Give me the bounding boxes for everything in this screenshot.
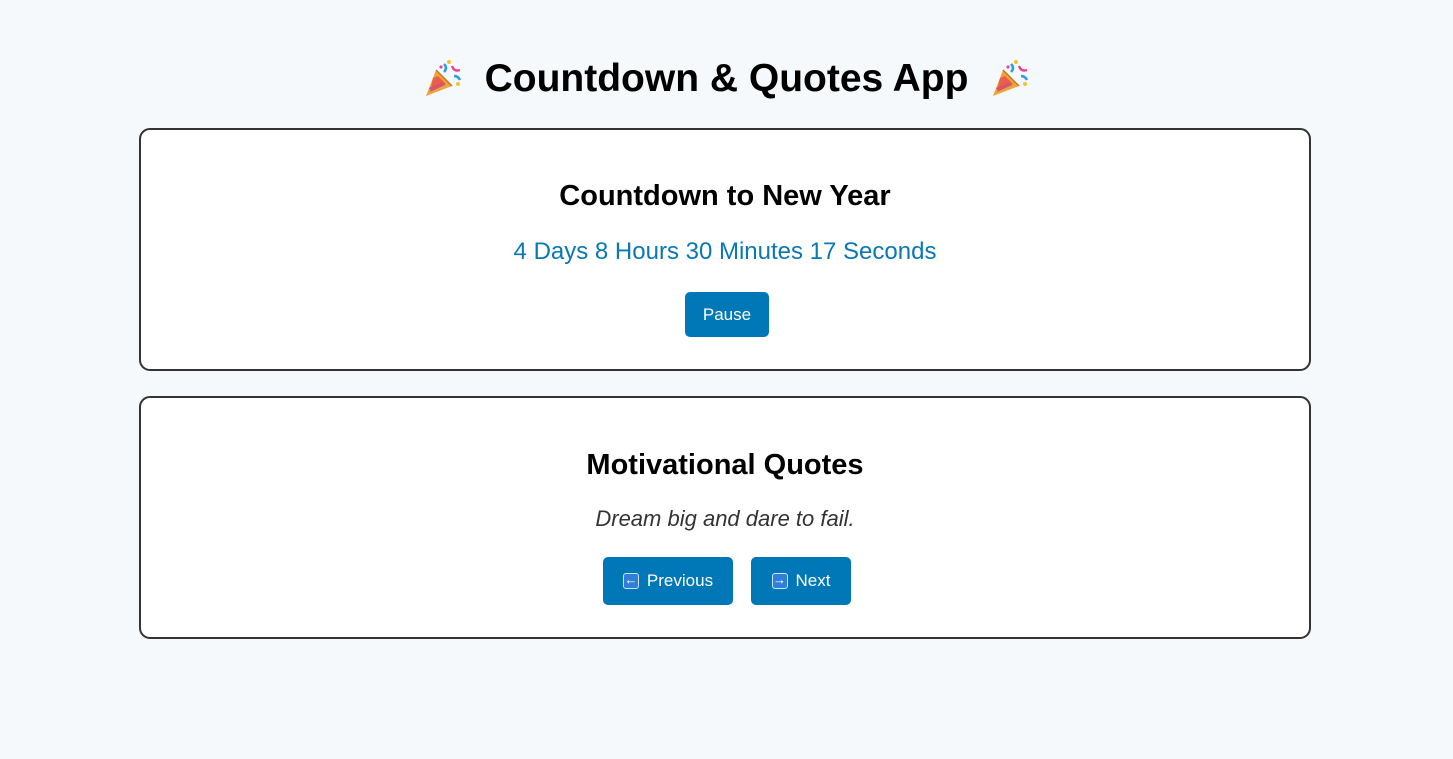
next-button[interactable]: Next xyxy=(751,557,851,605)
countdown-card: Countdown to New Year 4 Days 8 Hours 30 … xyxy=(139,128,1311,371)
countdown-heading: Countdown to New Year xyxy=(559,180,891,212)
previous-button[interactable]: Previous xyxy=(603,557,733,605)
left-arrow-icon xyxy=(622,572,639,589)
quote-text: Dream big and dare to fail. xyxy=(595,506,855,531)
pause-button[interactable]: Pause xyxy=(685,292,769,337)
app-title: Countdown & Quotes App xyxy=(0,52,1453,104)
party-popper-icon xyxy=(993,59,1029,96)
next-button-label: Next xyxy=(795,571,831,590)
quotes-card: Motivational Quotes Dream big and dare t… xyxy=(139,396,1311,639)
countdown-timer: 4 Days 8 Hours 30 Minutes 17 Seconds xyxy=(513,238,937,265)
party-popper-icon xyxy=(425,59,461,96)
right-arrow-icon xyxy=(771,572,788,589)
previous-button-label: Previous xyxy=(646,571,714,590)
app-title-text: Countdown & Quotes App xyxy=(484,56,969,100)
quotes-heading: Motivational Quotes xyxy=(586,449,864,481)
